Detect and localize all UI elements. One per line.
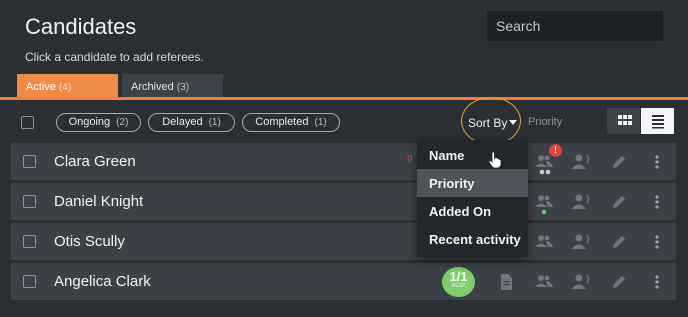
candidate-name: Clara Green <box>54 153 136 170</box>
call-icon[interactable] <box>571 232 591 252</box>
referees-icon[interactable] <box>534 232 554 252</box>
call-icon[interactable] <box>571 272 591 292</box>
edit-icon[interactable] <box>609 272 629 292</box>
status-dots-icon <box>539 169 551 175</box>
referees-icon[interactable] <box>534 272 554 292</box>
tab-count: (4) <box>58 82 72 93</box>
row-checkbox[interactable] <box>23 275 36 288</box>
list-view-button[interactable] <box>641 108 674 134</box>
filter-ongoing[interactable]: Ongoing (2) <box>56 113 141 132</box>
tab-archived[interactable]: Archived (3) <box>122 74 223 99</box>
row-checkbox[interactable] <box>23 195 36 208</box>
edit-icon[interactable] <box>609 192 629 212</box>
candidate-name: Daniel Knight <box>54 193 144 210</box>
page-title: Candidates <box>25 14 137 39</box>
status-dot-icon <box>541 209 547 215</box>
candidate-name: Otis Scully <box>54 233 125 250</box>
hand-cursor-icon <box>488 151 502 169</box>
search-input[interactable] <box>487 11 663 41</box>
response-label: RESP <box>451 283 466 289</box>
row-checkbox[interactable] <box>23 155 36 168</box>
filter-label: Completed <box>255 116 309 128</box>
response-value: 1/1 <box>449 269 468 284</box>
tab-label: Active <box>26 81 56 93</box>
table-row[interactable]: Otis Scully <box>11 223 676 260</box>
sort-option-added-on[interactable]: Added On <box>417 197 528 225</box>
tab-label: Archived <box>131 81 174 93</box>
filter-bar: Ongoing (2) Delayed (1) Completed (1) <box>0 100 688 142</box>
select-all-checkbox[interactable] <box>21 116 34 129</box>
more-icon[interactable] <box>647 272 667 292</box>
table-row[interactable]: Clara Green <box>11 143 676 180</box>
grid-icon <box>618 115 632 125</box>
grid-view-button[interactable] <box>607 108 640 134</box>
filter-count: (1) <box>208 117 221 128</box>
sort-dropdown-menu: Name Priority Added On Recent activity <box>417 140 528 257</box>
filter-completed[interactable]: Completed (1) <box>242 113 340 132</box>
sort-option-priority[interactable]: Priority <box>417 169 528 197</box>
more-icon[interactable] <box>647 192 667 212</box>
sort-highlight-ring <box>461 97 521 145</box>
more-icon[interactable] <box>647 152 667 172</box>
filter-label: Delayed <box>162 116 203 128</box>
edit-icon[interactable] <box>609 232 629 252</box>
alert-badge: ! <box>549 144 562 157</box>
sort-current-value: Priority <box>528 116 563 128</box>
list-icon <box>652 115 664 129</box>
tab-count: (3) <box>176 82 190 93</box>
filter-delayed[interactable]: Delayed (1) <box>148 113 235 132</box>
candidate-name: Angelica Clark <box>54 273 151 290</box>
document-icon[interactable] <box>496 272 516 292</box>
table-row[interactable]: Daniel Knight <box>11 183 676 220</box>
sort-option-recent-activity[interactable]: Recent activity <box>417 225 528 253</box>
filter-count: (2) <box>116 117 129 128</box>
edit-icon[interactable] <box>609 152 629 172</box>
call-icon[interactable] <box>571 152 591 172</box>
row-checkbox[interactable] <box>23 235 36 248</box>
filter-count: (1) <box>314 117 327 128</box>
more-icon[interactable] <box>647 232 667 252</box>
table-row[interactable]: Angelica Clark <box>11 263 676 300</box>
call-icon[interactable] <box>571 192 591 212</box>
response-badge[interactable]: 1/1 RESP <box>442 267 475 297</box>
sort-option-name[interactable]: Name <box>417 141 528 169</box>
partial-count-text: 9 <box>407 154 413 165</box>
tab-active[interactable]: Active (4) <box>17 74 118 99</box>
filter-label: Ongoing <box>68 116 111 128</box>
page-subtitle: Click a candidate to add referees. <box>25 50 204 64</box>
